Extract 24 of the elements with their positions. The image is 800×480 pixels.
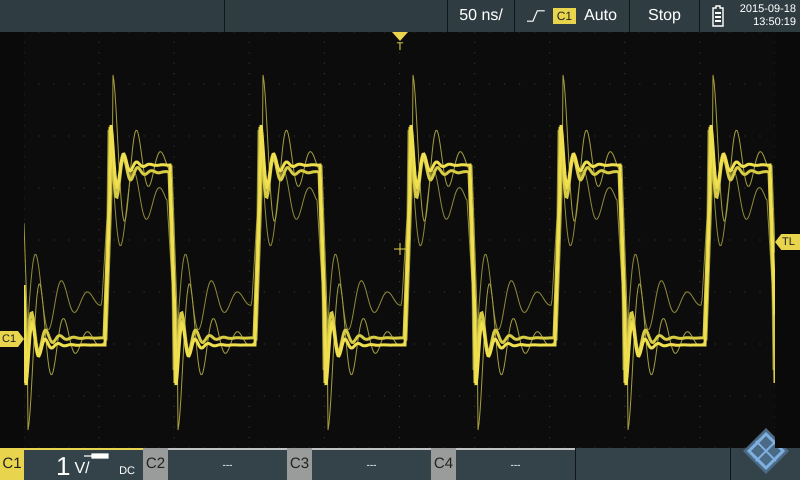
scale-value: 1	[56, 453, 70, 479]
coupling-value: DC	[119, 466, 135, 477]
timebase-button[interactable]: 50 ns/	[448, 0, 515, 32]
time-text: 13:50:19	[753, 16, 796, 29]
rising-edge-icon	[527, 8, 545, 24]
probe-icon	[84, 452, 110, 460]
logo-icon	[740, 426, 790, 476]
battery-icon	[712, 5, 724, 27]
trigger-mode: Auto	[584, 6, 617, 26]
trigger-level-marker[interactable]: TL	[775, 234, 800, 250]
scale-unit: V/	[74, 461, 90, 477]
trigger-button[interactable]: C1 Auto	[515, 0, 630, 32]
trigger-source: C1	[552, 8, 576, 24]
channel-label[interactable]: C4	[431, 448, 456, 480]
channel-label[interactable]: C2	[143, 448, 168, 480]
channel-label[interactable]: C3	[287, 448, 312, 480]
trigger-position-label: T	[396, 41, 404, 53]
channel-marker[interactable]: C1	[0, 331, 24, 347]
channel-label[interactable]: C1	[0, 448, 24, 480]
run-stop-button[interactable]: Stop	[630, 0, 700, 32]
date-text: 2015-09-18	[740, 3, 796, 16]
scale-value: ---	[222, 458, 232, 472]
scale-value: ---	[366, 458, 376, 472]
scale-value: ---	[510, 458, 520, 472]
